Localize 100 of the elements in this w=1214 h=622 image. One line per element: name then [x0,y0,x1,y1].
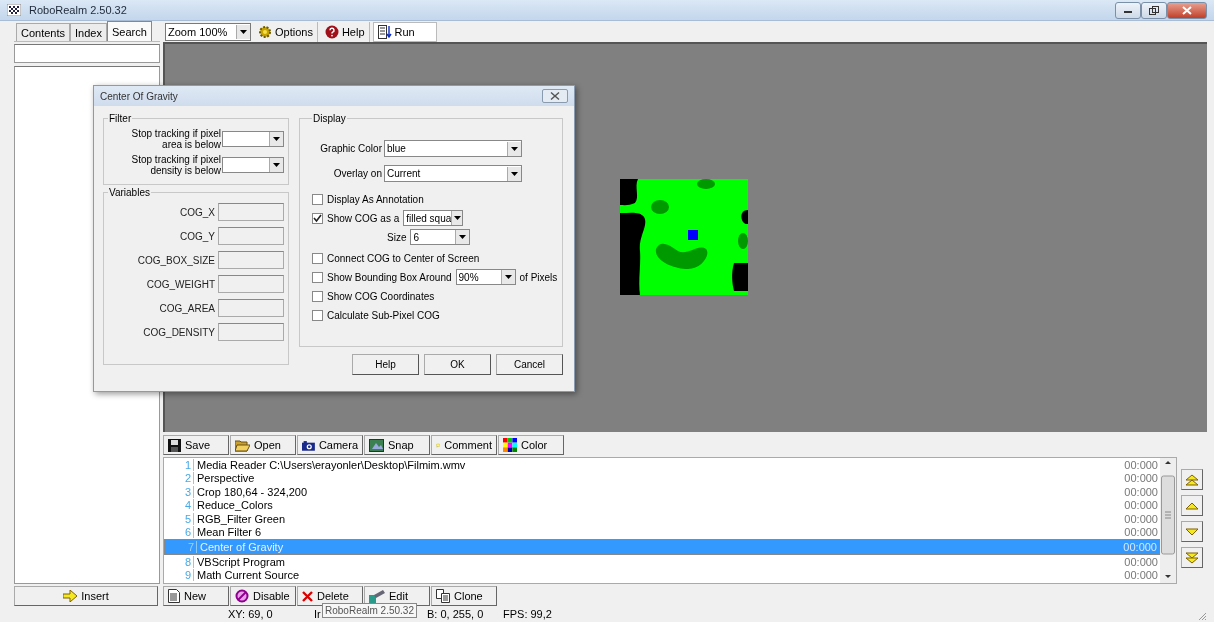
dialog-button[interactable]: OK [424,354,491,375]
checkbox-label: Connect COG to Center of Screen [327,252,480,264]
dialog-button[interactable]: Cancel [496,354,563,375]
field-label: Stop tracking if pixel density is below [130,154,221,176]
insert-button[interactable]: Insert [14,586,158,606]
status-text: XY: 69, 0 [228,608,273,620]
open-button[interactable]: Open [230,435,296,455]
run-button[interactable]: Run [372,21,437,42]
move-top-button[interactable] [1181,469,1203,490]
checkbox-label: Calculate Sub-Pixel COG [327,309,440,321]
dropdown-arrow-icon [240,29,247,34]
pipeline-row[interactable]: 3 Crop 180,64 - 324,200 00:000 [164,485,1160,499]
threshold-dropdown[interactable] [222,157,284,173]
color-grid-icon [503,438,517,452]
module-time: 00:000 [1123,569,1159,582]
zoom-dropdown[interactable]: Zoom 100% [165,22,251,41]
search-field[interactable] [14,44,160,63]
pipeline-row[interactable]: 6 Mean Filter 6 00:000 [164,525,1160,539]
checkbox[interactable] [312,252,323,264]
module-time: 00:000 [1123,472,1159,485]
module-time: 00:000 [1123,458,1159,471]
dropdown-arrow-icon [273,137,280,141]
move-up-button[interactable] [1181,495,1203,516]
dialog-button[interactable]: Help [352,354,419,375]
pipeline-row[interactable]: 9 Math Current Source 00:000 [164,568,1160,582]
new-button[interactable]: New [163,586,229,606]
checkbox[interactable] [312,212,323,224]
row-number: 8 [164,555,194,568]
checkbox-label: Display As Annotation [327,193,424,205]
module-name: Mean Filter 6 [197,526,263,539]
variable-field [218,323,284,341]
save-button[interactable]: Save [163,435,229,455]
move-down-button[interactable] [1181,521,1203,542]
threshold-dropdown[interactable] [222,131,284,147]
checkmark-icon [313,213,322,223]
camera-icon [302,438,315,452]
camera-button[interactable]: Camera [297,435,363,455]
edit-button[interactable]: Edit [364,586,430,606]
folder-icon [235,438,250,452]
row-number: 6 [164,526,194,539]
row-number: 5 [164,512,194,525]
select-field[interactable]: blue [384,140,522,157]
status-text: B: 0, 255, 0 [427,608,484,620]
status-text: Ir [314,608,321,620]
maximize-button[interactable] [1141,1,1167,19]
pipeline-row[interactable]: 2 Perspective 00:000 [164,471,1160,485]
right-arrow-icon [63,590,78,602]
scrollbar[interactable] [1160,458,1176,583]
module-time: 00:000 [1123,485,1159,498]
module-time: 00:000 [1123,555,1159,568]
close-button[interactable] [1167,1,1207,19]
variable-field [218,203,284,221]
checkbox[interactable] [312,193,323,205]
checkbox-label: Show Bounding Box Around [327,271,452,283]
checkbox[interactable] [312,290,323,302]
app-icon [7,4,21,16]
variable-label: COG_BOX_SIZE [137,254,215,266]
dropdown-arrow-icon [511,171,518,176]
dropdown-arrow-icon [459,235,467,239]
close-icon [1182,5,1192,15]
copy-icon [436,589,450,603]
double-up-arrow-icon [1185,473,1199,486]
delete-button[interactable]: Delete [297,586,363,606]
dialog-title: Center Of Gravity [100,90,178,102]
dropdown-arrow-icon [504,275,512,279]
close-icon [550,92,560,100]
color-button[interactable]: Color [498,435,564,455]
pipeline-row[interactable]: 1 Media Reader C:\Users\erayonler\Desktop\Filmim.wmv 00:000 [164,458,1160,472]
restore-icon [1149,5,1159,15]
select-field[interactable]: 90% [455,269,516,285]
select-field[interactable]: filled squa [403,210,464,226]
pipeline-row[interactable]: 8 VBScript Program 00:000 [164,555,1160,569]
pipeline-row[interactable]: 4 Reduce_Colors 00:000 [164,498,1160,512]
field-label: Graphic Color [320,143,382,154]
snap-button[interactable]: Snap [364,435,430,455]
select-field[interactable]: Current [384,165,522,182]
move-bottom-button[interactable] [1181,547,1203,568]
variable-label: COG_X [180,206,215,218]
help-tab[interactable]: Contents [16,23,71,41]
variable-field [218,299,284,317]
image-icon [369,438,384,452]
group-label: Display [312,113,347,124]
help-tab[interactable]: Index [70,23,107,41]
edit-icon [369,589,385,603]
help-tab[interactable]: Search [106,21,152,41]
checkbox[interactable] [312,271,323,283]
select-field[interactable]: 6 [410,229,471,245]
comment-button[interactable]: Comment [431,435,497,455]
checkbox-label: Show COG Coordinates [327,290,435,302]
module-name: Math Current Source [197,569,301,582]
clone-button[interactable]: Clone [431,586,497,606]
minimize-button[interactable] [1115,1,1141,19]
module-name: Reduce_Colors [197,499,274,512]
status-text: FPS: 99,2 [503,608,552,620]
group-label: Variables [108,187,151,198]
pipeline-row[interactable]: 5 RGB_Filter Green 00:000 [164,512,1160,526]
disable-button[interactable]: Disable [230,586,296,606]
close-button[interactable] [542,89,568,103]
cross-icon [302,590,313,602]
checkbox[interactable] [312,309,323,321]
